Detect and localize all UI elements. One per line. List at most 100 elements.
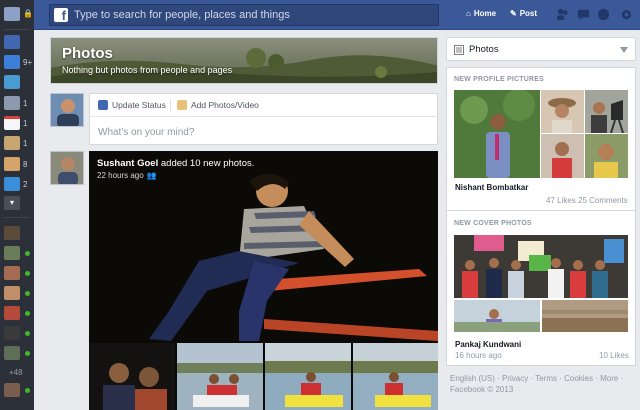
story-author-link[interactable]: Sushant Goel [97, 158, 158, 169]
update-status-tab[interactable]: Update Status [98, 100, 166, 110]
friend-avatar[interactable] [4, 383, 20, 397]
messages-icon[interactable] [4, 55, 20, 69]
thumbnail-photo [177, 343, 263, 410]
cover-photo-thumb[interactable] [542, 300, 628, 332]
events-icon[interactable] [4, 75, 20, 89]
sidebar-title: Photos [469, 44, 499, 55]
messages-count: 9+ [23, 58, 33, 67]
status-composer: Update Status Add Photos/Video What's on… [89, 93, 439, 146]
profile-comments-link[interactable]: 25 Comments [578, 196, 628, 205]
rail-divider [4, 29, 30, 30]
profile-picture-thumb[interactable] [585, 134, 628, 178]
groups-icon[interactable] [4, 96, 20, 110]
cover-photo-thumb[interactable] [454, 300, 540, 332]
messages-icon[interactable] [577, 8, 590, 21]
profile-likes-link[interactable]: 47 Likes [546, 196, 576, 205]
profile-picture-thumb[interactable] [585, 90, 628, 133]
profile-picture-thumb[interactable] [541, 134, 584, 178]
story-thumbnail-strip [89, 343, 438, 410]
page-subtitle: Nothing but photos from people and pages [62, 65, 233, 75]
cover-time-text[interactable]: 16 hours ago [455, 351, 502, 360]
photos-sidebar-header[interactable]: Photos [446, 37, 636, 61]
status-placeholder: What's on your mind? [98, 127, 195, 138]
friend-avatar[interactable] [4, 286, 20, 300]
section-title: NEW PROFILE PICTURES [454, 76, 544, 83]
home-link[interactable]: ⌂ Home [466, 9, 496, 18]
apps-count: 2 [23, 180, 28, 189]
footer-copyright: Facebook © 2013 [450, 385, 514, 394]
photo-story: Sushant Goel added 10 new photos. 22 hou… [89, 151, 438, 410]
profile-picture-large[interactable] [454, 90, 540, 178]
facebook-logo-icon[interactable]: f [54, 8, 68, 22]
post-link[interactable]: ✎ Post [510, 9, 537, 18]
online-indicator [25, 351, 30, 356]
camera-icon [177, 100, 187, 110]
online-friends-more[interactable]: +48 [9, 368, 23, 377]
pages-count: 8 [23, 160, 28, 169]
friend-avatar[interactable] [4, 326, 20, 340]
new-cover-photos-box: NEW COVER PHOTOS Pankaj Kundwani 16 hour… [446, 211, 636, 366]
chevron-down-icon[interactable] [620, 47, 628, 53]
friend-avatar[interactable] [4, 346, 20, 360]
photos-feed-header: Photos Nothing but photos from people an… [50, 37, 438, 84]
home-label: Home [473, 9, 497, 18]
online-indicator [25, 331, 30, 336]
calendar-count: 1 [23, 119, 28, 128]
tab-divider [170, 99, 171, 111]
pencil-icon [98, 100, 108, 110]
friends-audience-icon[interactable]: 👥 [147, 171, 157, 180]
news-feed-icon[interactable] [4, 35, 20, 49]
profile-avatar-icon[interactable] [4, 7, 20, 21]
cover-photo-large[interactable] [454, 235, 628, 298]
online-indicator [25, 311, 30, 316]
add-photos-label: Add Photos/Video [191, 100, 259, 110]
story-action-text: added 10 new photos. [158, 158, 255, 169]
cover-owner-link[interactable]: Pankaj Kundwani [455, 340, 521, 349]
profile-picture-thumb[interactable] [541, 90, 584, 133]
thumbnail-photo [265, 343, 351, 410]
profile-owner-link[interactable]: Nishant Bombatkar [455, 183, 528, 192]
pages-icon[interactable] [4, 157, 20, 171]
lock-icon: 🔒 [23, 9, 33, 18]
top-navigation-bar: f ⌂ Home ✎ Post [34, 0, 640, 30]
status-input[interactable]: What's on your mind? [90, 116, 439, 146]
friend-avatar[interactable] [4, 246, 20, 260]
story-time-text[interactable]: 22 hours ago [97, 171, 144, 180]
online-indicator [25, 251, 30, 256]
thumbnail-photo [353, 343, 438, 410]
cover-likes-link[interactable]: 10 Likes [599, 351, 629, 360]
friend-avatar[interactable] [4, 306, 20, 320]
search-box[interactable]: f [49, 4, 439, 26]
new-profile-pictures-box: NEW PROFILE PICTURES Nishant Bombatkar 4… [446, 67, 636, 212]
left-rail: 🔒 9+ 1 1 1 8 2 ▾ +48 [0, 0, 34, 410]
notifications-globe-icon[interactable] [597, 8, 610, 21]
story-header: Sushant Goel added 10 new photos. [97, 158, 254, 169]
photos-icon [454, 45, 464, 55]
calendar-icon[interactable] [4, 116, 20, 130]
app-center-icon[interactable] [4, 177, 20, 191]
online-indicator [25, 388, 30, 393]
home-icon: ⌂ [466, 9, 471, 18]
online-indicator [25, 291, 30, 296]
friends-icon[interactable] [4, 136, 20, 150]
thumbnail-photo [89, 343, 175, 410]
section-title: NEW COVER PHOTOS [454, 220, 532, 227]
more-chevron-icon[interactable]: ▾ [4, 196, 20, 210]
add-photos-tab[interactable]: Add Photos/Video [177, 100, 259, 110]
post-label: Post [519, 9, 538, 18]
user-avatar[interactable] [50, 93, 84, 127]
author-avatar[interactable] [50, 151, 84, 185]
footer-links[interactable]: English (US) · Privacy · Terms · Cookies… [450, 374, 623, 383]
groups-count: 1 [23, 99, 28, 108]
friend-avatar[interactable] [4, 266, 20, 280]
search-input[interactable] [74, 7, 434, 23]
friend-requests-icon[interactable] [556, 8, 569, 21]
settings-gear-icon[interactable] [620, 8, 633, 21]
page-title: Photos [62, 45, 113, 62]
update-status-label: Update Status [112, 100, 166, 110]
story-timestamp: 22 hours ago 👥 [97, 171, 157, 180]
friends-count: 1 [23, 139, 28, 148]
edit-icon: ✎ [510, 9, 517, 18]
online-indicator [25, 271, 30, 276]
friend-avatar[interactable] [4, 226, 20, 240]
